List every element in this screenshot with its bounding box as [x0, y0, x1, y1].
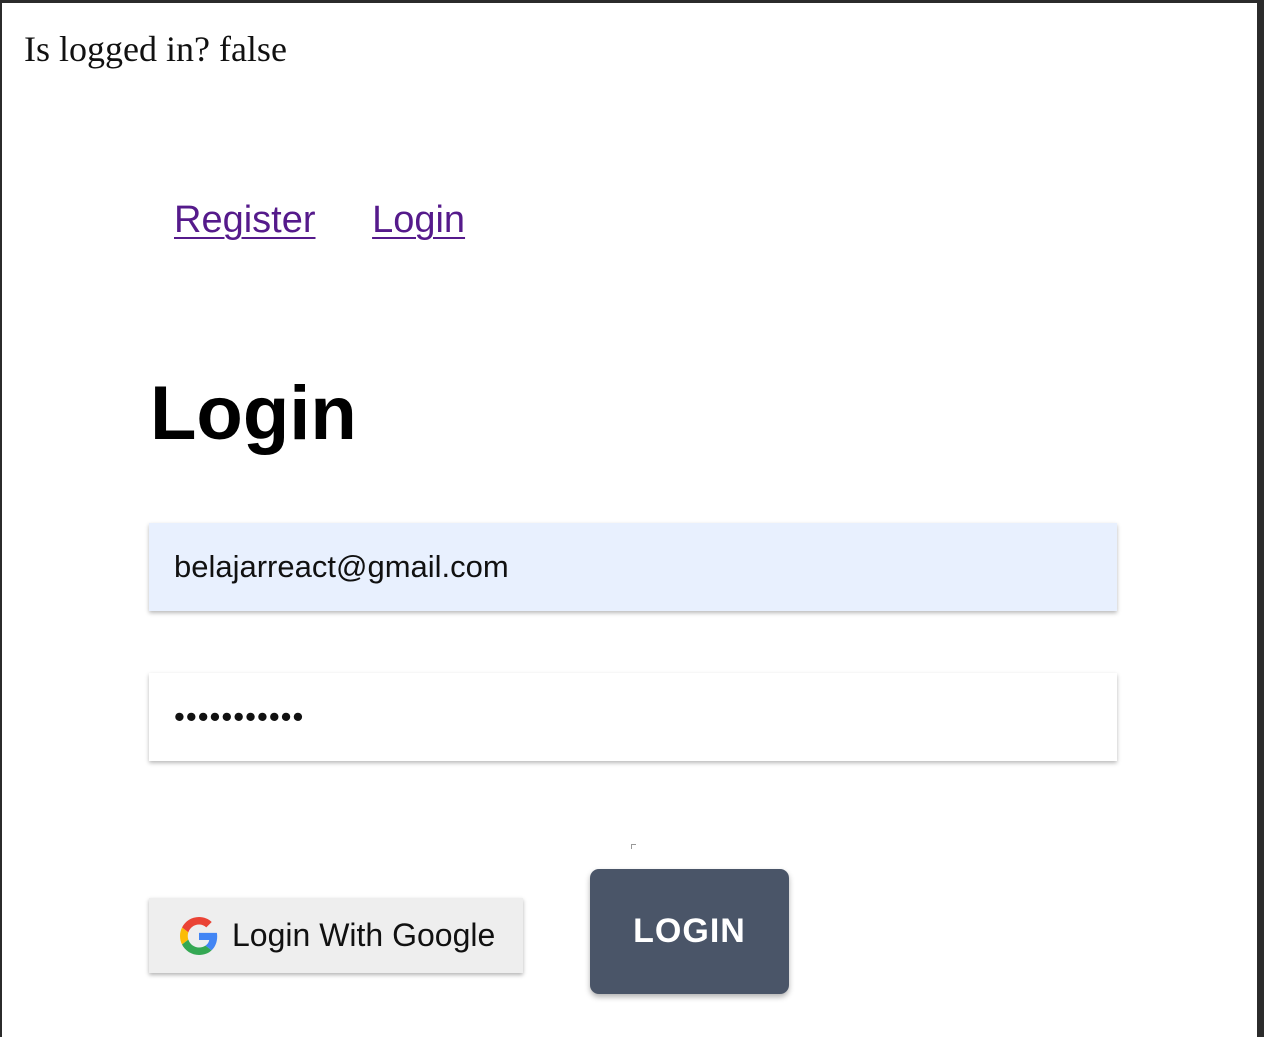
- email-field[interactable]: [149, 523, 1117, 611]
- password-field[interactable]: [149, 673, 1117, 761]
- app-window: Is logged in? false Register Login Login…: [0, 0, 1264, 1037]
- stray-mark: [631, 844, 636, 849]
- login-link[interactable]: Login: [372, 199, 465, 241]
- login-status-text: Is logged in? false: [24, 29, 287, 69]
- top-nav: Register Login: [174, 197, 465, 243]
- login-with-google-button[interactable]: Login With Google: [149, 898, 523, 973]
- page-title: Login: [150, 371, 357, 456]
- google-g-icon: [180, 916, 218, 955]
- register-link[interactable]: Register: [174, 199, 316, 241]
- google-button-label: Login With Google: [232, 917, 496, 953]
- login-button[interactable]: LOGIN: [590, 869, 789, 994]
